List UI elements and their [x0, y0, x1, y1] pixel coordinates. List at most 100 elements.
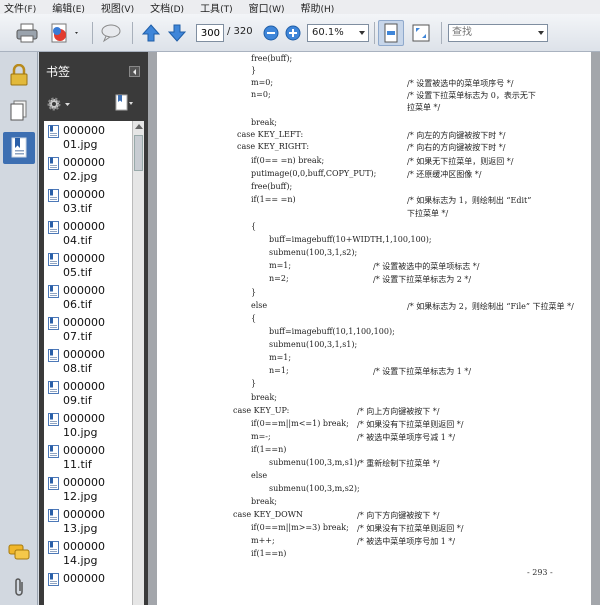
- menu-item[interactable]: 工具(T): [200, 0, 233, 15]
- bookmark-item[interactable]: 000000 09.tif: [44, 377, 132, 409]
- bookmark-page-icon: [48, 573, 59, 586]
- bookmark-label-line1: 000000: [63, 220, 105, 233]
- find-box[interactable]: [448, 24, 548, 42]
- security-button[interactable]: [6, 62, 32, 88]
- scroll-thumb[interactable]: [134, 135, 143, 171]
- menu-hotkey: (T): [220, 4, 233, 15]
- code-line: buff=imagebuff(10+WIDTH,1,100,100);: [269, 235, 432, 244]
- bookmark-item[interactable]: 000000 14.jpg: [44, 537, 132, 569]
- bookmark-item[interactable]: 000000 04.tif: [44, 217, 132, 249]
- full-screen-icon: [412, 24, 430, 42]
- bookmark-page-icon: [48, 541, 59, 554]
- comments-icon: [8, 544, 30, 560]
- menu-item[interactable]: 帮助(H): [301, 0, 335, 15]
- code-line: m=0;: [251, 78, 274, 87]
- menu-label: 帮助: [300, 3, 321, 15]
- fit-page-button[interactable]: [378, 20, 404, 46]
- code-line: if(1== =n): [251, 195, 296, 204]
- menu-item[interactable]: 文档(D): [150, 0, 184, 15]
- page-number-input[interactable]: [196, 24, 224, 42]
- pages-icon: [10, 100, 27, 121]
- create-pdf-button[interactable]: [48, 20, 82, 46]
- print-button[interactable]: [14, 20, 40, 46]
- bookmark-label-line2: 02.jpg: [63, 170, 98, 183]
- document-view[interactable]: - 293 - free(buff);} m=0; /* 设置被选中的菜单项序号 *…: [148, 52, 600, 605]
- menu-item[interactable]: 文件(F): [4, 0, 36, 15]
- bookmarks-button[interactable]: [3, 132, 35, 164]
- bookmark-label: 000000 10.jpg: [63, 412, 105, 440]
- bookmark-label-line2: 06.tif: [63, 298, 92, 311]
- comment-button[interactable]: [98, 20, 124, 46]
- code-comment: /* 向右的方向键被按下时 */: [407, 143, 506, 152]
- bookmark-item[interactable]: 000000 01.jpg: [44, 121, 132, 153]
- bookmark-icon: [11, 137, 27, 158]
- bookmark-item[interactable]: 000000 05.tif: [44, 249, 132, 281]
- bookmark-page-icon: [48, 157, 59, 170]
- comments-button[interactable]: [6, 540, 32, 566]
- code-line: if(0==m||m>=3) break;: [251, 523, 349, 532]
- bookmark-item[interactable]: 000000 12.jpg: [44, 473, 132, 505]
- bookmark-label: 000000 06.tif: [63, 284, 105, 312]
- bookmark-label-line1: 000000: [63, 156, 105, 169]
- options-gear-icon[interactable]: [46, 96, 72, 112]
- zoom-value: 60.1%: [312, 27, 344, 38]
- bookmark-item[interactable]: 000000: [44, 569, 132, 601]
- attachments-button[interactable]: [6, 574, 32, 600]
- bookmark-item[interactable]: 000000 06.tif: [44, 281, 132, 313]
- menu-label: 工具: [200, 3, 221, 15]
- bookmark-item[interactable]: 000000 11.tif: [44, 441, 132, 473]
- page-number-label: - 293 -: [527, 568, 553, 577]
- print-icon: [16, 23, 38, 43]
- new-bookmark-icon[interactable]: [115, 94, 135, 112]
- bookmark-label-line1: 000000: [63, 316, 105, 329]
- code-comment: /* 设置被选中的菜单项序号 */: [407, 79, 514, 88]
- bookmark-label-line1: 000000: [63, 252, 105, 265]
- bookmarks-title: 书签: [46, 64, 71, 79]
- bookmark-scrollbar[interactable]: [132, 121, 144, 605]
- fit-page-icon: [384, 23, 398, 43]
- toolbar: / 320 60.1%: [0, 14, 600, 52]
- zoom-select[interactable]: 60.1%: [307, 24, 369, 42]
- full-screen-button[interactable]: [408, 20, 434, 46]
- bookmark-label: 000000: [63, 572, 105, 586]
- bookmark-label-line2: 04.tif: [63, 234, 92, 247]
- zoom-in-button[interactable]: [284, 20, 302, 46]
- bookmark-item[interactable]: 000000 07.tif: [44, 313, 132, 345]
- bookmark-label-line1: 000000: [63, 476, 105, 489]
- prev-page-button[interactable]: [139, 20, 163, 46]
- menu-hotkey: (H): [320, 4, 335, 15]
- bookmark-page-icon: [48, 125, 59, 138]
- collapse-panel-button[interactable]: [129, 66, 140, 77]
- bookmark-label: 000000 14.jpg: [63, 540, 105, 568]
- bookmark-label-line2: 10.jpg: [63, 426, 98, 439]
- zoom-out-button[interactable]: [262, 20, 280, 46]
- bookmark-label: 000000 04.tif: [63, 220, 105, 248]
- bookmark-label-line1: 000000: [63, 348, 105, 361]
- menu-item[interactable]: 视图(V): [101, 0, 134, 15]
- bookmark-item[interactable]: 000000 08.tif: [44, 345, 132, 377]
- pages-button[interactable]: [6, 98, 32, 124]
- bookmark-item[interactable]: 000000 10.jpg: [44, 409, 132, 441]
- bookmark-label-line2: 08.tif: [63, 362, 92, 375]
- code-line: n=2;: [269, 274, 289, 283]
- code-comment: /* 重新绘制下拉菜单 */: [357, 459, 440, 468]
- find-input[interactable]: [452, 25, 532, 40]
- menu-item[interactable]: 编辑(E): [52, 0, 85, 15]
- code-line: m=1;: [269, 353, 292, 362]
- bookmarks-panel: 书签 000000 01.jpg 000000 02.jpg 000000 03.tif 0…: [39, 52, 148, 605]
- menu-item[interactable]: 窗口(W): [249, 0, 285, 15]
- bookmark-label-line2: 11.tif: [63, 458, 92, 471]
- code-line: }: [251, 379, 257, 388]
- bookmark-label-line1: 000000: [63, 412, 105, 425]
- bookmark-page-icon: [48, 189, 59, 202]
- code-comment: /* 设置下拉菜单标志为 0，表示无下: [407, 91, 536, 100]
- bookmark-item[interactable]: 000000 03.tif: [44, 185, 132, 217]
- code-line: free(buff);: [251, 182, 293, 191]
- code-comment: 拉菜单 */: [407, 103, 441, 112]
- bookmark-item[interactable]: 000000 13.jpg: [44, 505, 132, 537]
- bookmark-item[interactable]: 000000 02.jpg: [44, 153, 132, 185]
- scroll-up-arrow[interactable]: [135, 124, 143, 129]
- next-page-button[interactable]: [165, 20, 189, 46]
- code-comment: /* 向左的方向键被按下时 */: [407, 131, 506, 140]
- next-page-icon: [167, 24, 187, 42]
